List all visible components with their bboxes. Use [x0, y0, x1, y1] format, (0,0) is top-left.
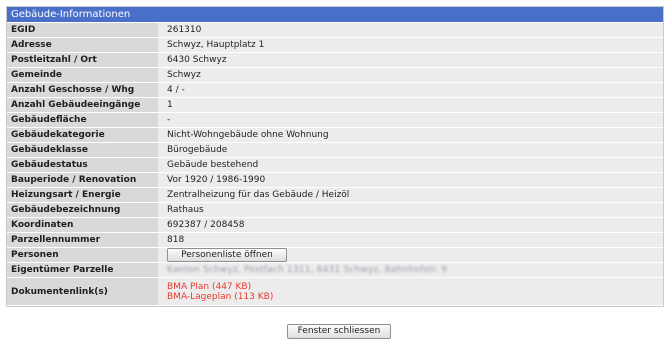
open-persons-list-button[interactable]: Personenliste öffnen [167, 248, 287, 262]
row-label: Gebäudestatus [7, 158, 158, 172]
row-label: Gebäudefläche [7, 113, 158, 127]
owner-row: Eigentümer Parzelle Kanton Schwyz, Postf… [7, 263, 663, 277]
row-value: Rathaus [158, 203, 663, 217]
panel-title: Gebäude-Informationen [7, 7, 663, 22]
documents-row: Dokumentenlink(s) BMA Plan (447 KB) BMA-… [7, 278, 663, 305]
row-label: EGID [7, 23, 158, 37]
close-window-button[interactable]: Fenster schliessen [287, 324, 391, 339]
row-value: 692387 / 208458 [158, 218, 663, 232]
info-row: Gebäudestatus Gebäude bestehend [7, 158, 663, 172]
persons-row: Personen Personenliste öffnen [7, 248, 663, 262]
row-label: Gebäudekategorie [7, 128, 158, 142]
row-value: Zentralheizung für das Gebäude / Heizöl [158, 188, 663, 202]
owner-label: Eigentümer Parzelle [7, 263, 158, 277]
info-row: Adresse Schwyz, Hauptplatz 1 [7, 38, 663, 52]
info-row: Bauperiode / Renovation Vor 1920 / 1986-1… [7, 173, 663, 187]
row-label: Koordinaten [7, 218, 158, 232]
info-row: Anzahl Geschosse / Whg 4 / - [7, 83, 663, 97]
row-value: Schwyz [158, 68, 663, 82]
row-label: Gebäudeklasse [7, 143, 158, 157]
row-label: Anzahl Geschosse / Whg [7, 83, 158, 97]
persons-value: Personenliste öffnen [158, 248, 663, 262]
info-row: Gebäudefläche - [7, 113, 663, 127]
documents-links: BMA Plan (447 KB) BMA-Lageplan (113 KB) [158, 278, 663, 305]
row-label: Anzahl Gebäudeeingänge [7, 98, 158, 112]
row-label: Postleitzahl / Ort [7, 53, 158, 67]
row-value: Bürogebäude [158, 143, 663, 157]
row-value: 1 [158, 98, 663, 112]
owner-value: Kanton Schwyz, Postfach 1311, 6431 Schwy… [167, 265, 448, 275]
row-value: 4 / - [158, 83, 663, 97]
row-label: Adresse [7, 38, 158, 52]
info-row: Heizungsart / Energie Zentralheizung für … [7, 188, 663, 202]
info-row: Postleitzahl / Ort 6430 Schwyz [7, 53, 663, 67]
documents-label: Dokumentenlink(s) [7, 278, 158, 305]
row-label: Parzellennummer [7, 233, 158, 247]
row-value: 261310 [158, 23, 663, 37]
row-value: 818 [158, 233, 663, 247]
row-value: Schwyz, Hauptplatz 1 [158, 38, 663, 52]
info-row: Koordinaten 692387 / 208458 [7, 218, 663, 232]
row-value: Nicht-Wohngebäude ohne Wohnung [158, 128, 663, 142]
info-row: EGID 261310 [7, 23, 663, 37]
row-label: Bauperiode / Renovation [7, 173, 158, 187]
row-value: 6430 Schwyz [158, 53, 663, 67]
row-label: Heizungsart / Energie [7, 188, 158, 202]
row-label: Gebäudebezeichnung [7, 203, 158, 217]
info-row: Gebäudeklasse Bürogebäude [7, 143, 663, 157]
info-row: Gebäudebezeichnung Rathaus [7, 203, 663, 217]
row-label: Gemeinde [7, 68, 158, 82]
row-value: Vor 1920 / 1986-1990 [158, 173, 663, 187]
document-link-bma-lageplan[interactable]: BMA-Lageplan (113 KB) [167, 292, 659, 302]
info-row: Parzellennummer 818 [7, 233, 663, 247]
info-row: Gemeinde Schwyz [7, 68, 663, 82]
info-table: EGID 261310 Adresse Schwyz, Hauptplatz 1 P… [7, 22, 663, 306]
info-row: Anzahl Gebäudeeingänge 1 [7, 98, 663, 112]
persons-label: Personen [7, 248, 158, 262]
building-info-panel: Gebäude-Informationen EGID 261310 Adresse… [6, 6, 664, 307]
owner-value-cell: Kanton Schwyz, Postfach 1311, 6431 Schwy… [158, 263, 663, 277]
document-link-bma-plan[interactable]: BMA Plan (447 KB) [167, 282, 659, 292]
row-value: Gebäude bestehend [158, 158, 663, 172]
info-row: Gebäudekategorie Nicht-Wohngebäude ohne W… [7, 128, 663, 142]
row-value: - [158, 113, 663, 127]
